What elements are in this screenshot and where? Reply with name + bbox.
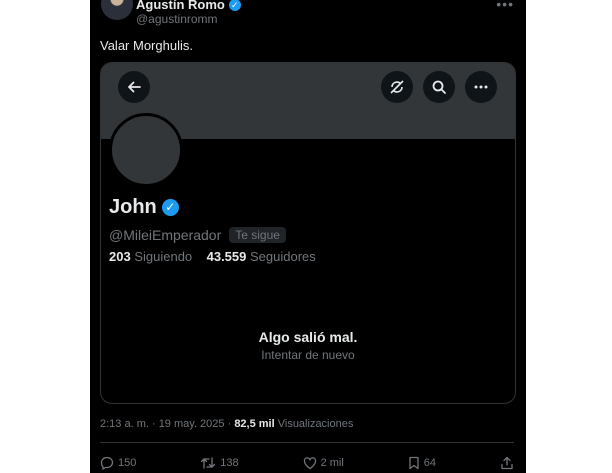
author-avatar[interactable] xyxy=(101,0,133,20)
reply-button[interactable]: 150 xyxy=(100,456,136,470)
tweet-actions: 150 138 2 mil 64 xyxy=(100,454,514,472)
profile-handle-row: @MileiEmperador Te sigue xyxy=(109,227,286,243)
error-title: Algo salió mal. xyxy=(258,329,358,345)
following-link[interactable]: 203 Siguiendo xyxy=(109,249,192,264)
follows-you-badge: Te sigue xyxy=(229,227,286,243)
profile-handle: @MileiEmperador xyxy=(109,227,222,243)
reply-count: 150 xyxy=(118,457,137,469)
retweet-button[interactable]: 138 xyxy=(200,456,239,470)
views-label: Visualizaciones xyxy=(277,418,354,430)
search-icon[interactable] xyxy=(423,71,455,103)
profile-avatar[interactable] xyxy=(109,113,183,187)
back-arrow-icon[interactable] xyxy=(118,71,150,103)
following-count: 203 xyxy=(109,249,131,264)
profile-name: John xyxy=(109,196,157,218)
bookmark-button[interactable]: 64 xyxy=(408,456,436,470)
followers-link[interactable]: 43.559 Seguidores xyxy=(207,249,316,264)
retry-button[interactable]: Intentar de nuevo xyxy=(101,348,515,362)
tweet-text: Valar Morghulis. xyxy=(100,38,193,53)
bookmark-count: 64 xyxy=(423,457,437,469)
divider xyxy=(100,442,514,443)
followers-count: 43.559 xyxy=(206,249,247,264)
tweet-timestamp[interactable]: 2:13 a. m. · 19 may. 2025 · xyxy=(100,418,231,430)
author-name[interactable]: Agustín Romo xyxy=(136,0,225,12)
followers-label: Seguidores xyxy=(250,249,316,264)
verified-icon: ✓ xyxy=(161,199,179,216)
profile-stats: 203 Siguiendo 43.559 Seguidores xyxy=(109,249,316,264)
like-icon xyxy=(303,456,317,470)
verified-icon: ✓ xyxy=(228,0,241,11)
share-icon xyxy=(500,456,514,470)
following-label: Siguiendo xyxy=(134,249,193,264)
embedded-screenshot[interactable]: John ✓ @MileiEmperador Te sigue 203 Siguie… xyxy=(100,62,516,404)
retweet-count: 138 xyxy=(220,457,239,469)
more-icon[interactable] xyxy=(465,71,497,103)
retweet-icon xyxy=(200,456,216,470)
like-count: 2 mil xyxy=(320,457,344,469)
tweet-meta: 2:13 a. m. · 19 may. 2025 · 82,5 mil Vis… xyxy=(100,418,353,430)
like-button[interactable]: 2 mil xyxy=(303,456,344,470)
author-name-row[interactable]: Agustín Romo ✓ xyxy=(136,0,241,12)
tweet-more-icon[interactable]: ••• xyxy=(496,0,514,12)
profile-name-row: John ✓ xyxy=(109,196,179,219)
views-count: 82,5 mil xyxy=(234,418,275,430)
share-button[interactable] xyxy=(500,456,514,470)
author-handle[interactable]: @agustinromm xyxy=(136,12,218,26)
no-sync-icon[interactable] xyxy=(381,71,413,103)
reply-icon xyxy=(100,456,114,470)
bookmark-icon xyxy=(408,456,420,470)
tweet: Agustín Romo ✓ @agustinromm ••• Valar Mor… xyxy=(90,0,526,473)
